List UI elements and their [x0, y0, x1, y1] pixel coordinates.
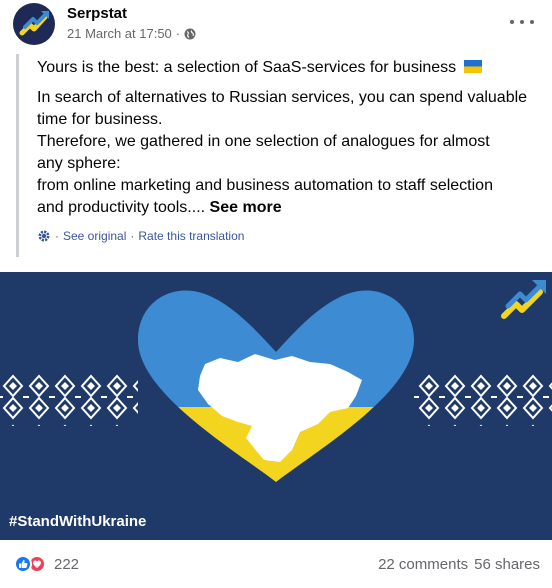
- translate-separator: ·: [55, 229, 59, 243]
- stand-with-ukraine-artwork: [0, 272, 552, 540]
- shares-count[interactable]: 56 shares: [474, 556, 540, 573]
- meta-separator: ·: [175, 26, 181, 41]
- see-original-link[interactable]: See original: [63, 229, 126, 243]
- paragraph-line: any sphere:: [37, 155, 121, 172]
- translation-row: · See original · Rate this translation: [37, 229, 244, 243]
- see-more-link[interactable]: See more: [210, 199, 282, 216]
- paragraph-line: and productivity tools....: [37, 199, 206, 216]
- engagement-stats: 22 comments 56 shares: [378, 556, 540, 573]
- reactions-summary[interactable]: 222: [14, 555, 79, 573]
- post-footer: 222 22 comments 56 shares: [0, 540, 552, 588]
- post-body: Yours is the best: a selection of SaaS-s…: [16, 54, 541, 257]
- reaction-count: 222: [54, 555, 80, 573]
- post-timestamp[interactable]: 21 March at 17:50: [67, 26, 172, 41]
- more-options-button[interactable]: [510, 12, 534, 32]
- translate-separator: ·: [130, 229, 135, 243]
- like-icon: [14, 555, 32, 573]
- gear-icon: [38, 230, 50, 242]
- post-header: Serpstat 21 March at 17:50 ·: [0, 0, 552, 50]
- post-image[interactable]: #StandWithUkraine: [0, 272, 552, 540]
- post-paragraph: In search of alternatives to Russian ser…: [37, 87, 541, 219]
- globe-icon: [184, 28, 196, 39]
- paragraph-line: In search of alternatives to Russian ser…: [37, 89, 528, 106]
- paragraph-line: from online marketing and business autom…: [37, 177, 493, 194]
- post-title-line: Yours is the best: a selection of SaaS-s…: [37, 57, 541, 79]
- ukraine-flag-icon: [463, 60, 482, 73]
- hashtag-label: #StandWithUkraine: [9, 513, 147, 530]
- paragraph-line: Therefore, we gathered in one selection …: [37, 133, 490, 150]
- post-meta: 21 March at 17:50 ·: [67, 26, 196, 41]
- paragraph-line: time for business.: [37, 111, 163, 128]
- rate-translation-link[interactable]: Rate this translation: [138, 229, 244, 243]
- page-name[interactable]: Serpstat: [67, 5, 127, 22]
- serpstat-logo-icon: [19, 11, 49, 36]
- comments-count[interactable]: 22 comments: [378, 556, 468, 573]
- more-icon: [510, 20, 514, 24]
- page-avatar[interactable]: [13, 3, 55, 45]
- post-title: Yours is the best: a selection of SaaS-s…: [37, 59, 457, 76]
